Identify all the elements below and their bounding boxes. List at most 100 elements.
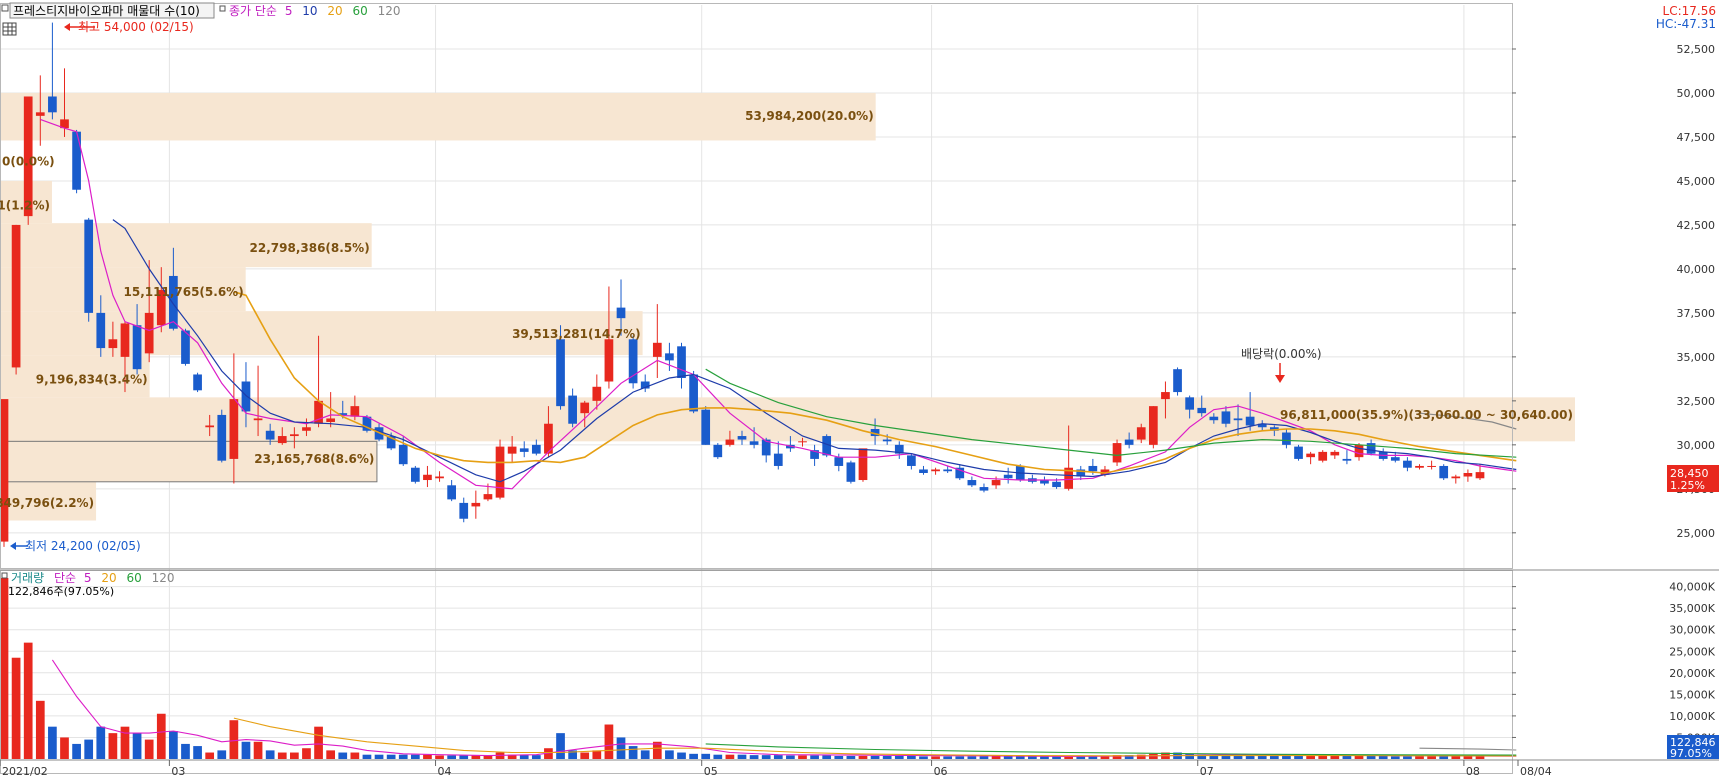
volume-bar[interactable] bbox=[1415, 756, 1424, 759]
candle-body[interactable] bbox=[1306, 453, 1315, 458]
volume-bar[interactable] bbox=[773, 755, 783, 759]
volume-bar[interactable] bbox=[665, 750, 674, 759]
volume-bar[interactable] bbox=[749, 755, 759, 759]
volume-bar[interactable] bbox=[1330, 755, 1340, 759]
candle-body[interactable] bbox=[846, 462, 856, 482]
candle-body[interactable] bbox=[737, 436, 747, 440]
volume-bar[interactable] bbox=[1306, 755, 1315, 759]
candle-body[interactable] bbox=[616, 307, 626, 319]
volume-bar[interactable] bbox=[955, 756, 965, 759]
volume-bar[interactable] bbox=[23, 642, 33, 759]
candle-body[interactable] bbox=[435, 476, 444, 479]
candle-body[interactable] bbox=[1161, 392, 1170, 400]
candle-body[interactable] bbox=[1475, 472, 1485, 479]
candle-body[interactable] bbox=[701, 409, 711, 445]
candle-body[interactable] bbox=[1427, 465, 1436, 467]
volume-bar[interactable] bbox=[48, 726, 57, 759]
candle-body[interactable] bbox=[1282, 432, 1291, 445]
candle-body[interactable] bbox=[302, 427, 311, 431]
candle-body[interactable] bbox=[652, 342, 662, 357]
volume-bar[interactable] bbox=[725, 754, 735, 759]
candle-body[interactable] bbox=[1342, 458, 1352, 461]
stock-chart[interactable]: 25,00027,50030,00032,50035,00037,50040,0… bbox=[0, 0, 1719, 778]
volume-bar[interactable] bbox=[241, 741, 251, 759]
volume-bar[interactable] bbox=[1451, 756, 1461, 759]
candle-body[interactable] bbox=[1451, 476, 1461, 479]
volume-bar[interactable] bbox=[786, 755, 795, 759]
volume-bar[interactable] bbox=[1403, 756, 1412, 759]
candle-body[interactable] bbox=[967, 480, 977, 486]
volume-bar[interactable] bbox=[374, 754, 384, 759]
candle-body[interactable] bbox=[48, 96, 57, 113]
volume-bar[interactable] bbox=[205, 752, 215, 759]
candle-body[interactable] bbox=[931, 469, 940, 472]
volume-bar[interactable] bbox=[1028, 756, 1037, 759]
candle-body[interactable] bbox=[11, 224, 21, 368]
volume-bar[interactable] bbox=[858, 755, 868, 759]
volume-bar[interactable] bbox=[314, 726, 323, 759]
volume-bar[interactable] bbox=[713, 754, 723, 759]
volume-legend-icon[interactable] bbox=[1, 572, 8, 579]
candle-body[interactable] bbox=[1112, 443, 1122, 463]
candle-body[interactable] bbox=[132, 325, 142, 370]
candle-body[interactable] bbox=[725, 439, 735, 445]
candle-body[interactable] bbox=[120, 323, 130, 357]
candle-body[interactable] bbox=[507, 446, 517, 454]
candle-body[interactable] bbox=[1330, 451, 1340, 456]
candle-body[interactable] bbox=[834, 457, 844, 466]
candle-body[interactable] bbox=[1124, 439, 1134, 445]
candle-body[interactable] bbox=[531, 444, 541, 454]
volume-bar[interactable] bbox=[846, 755, 856, 759]
candle-body[interactable] bbox=[410, 467, 420, 482]
volume-bar[interactable] bbox=[943, 756, 953, 759]
candle-body[interactable] bbox=[1052, 481, 1061, 488]
candle-body[interactable] bbox=[423, 474, 432, 481]
volume-bar[interactable] bbox=[398, 754, 408, 759]
volume-bar[interactable] bbox=[410, 754, 420, 759]
candle-body[interactable] bbox=[665, 353, 674, 361]
candle-body[interactable] bbox=[713, 444, 723, 458]
candle-body[interactable] bbox=[991, 480, 1001, 486]
volume-bar[interactable] bbox=[1366, 755, 1376, 759]
volume-bar[interactable] bbox=[108, 733, 118, 759]
volume-bar[interactable] bbox=[423, 754, 432, 759]
volume-bar[interactable] bbox=[435, 755, 444, 759]
volume-bar[interactable] bbox=[1342, 755, 1352, 759]
volume-bar[interactable] bbox=[1185, 753, 1194, 759]
candle-body[interactable] bbox=[1439, 465, 1449, 479]
volume-bar[interactable] bbox=[991, 756, 1001, 759]
candle-body[interactable] bbox=[0, 399, 9, 542]
candle-body[interactable] bbox=[1415, 465, 1424, 468]
volume-bar[interactable] bbox=[459, 755, 469, 759]
candle-body[interactable] bbox=[749, 441, 759, 445]
candle-body[interactable] bbox=[568, 395, 577, 424]
volume-bar[interactable] bbox=[217, 750, 227, 759]
volume-bar[interactable] bbox=[616, 737, 626, 759]
volume-bar[interactable] bbox=[580, 752, 590, 759]
volume-bar[interactable] bbox=[1294, 755, 1303, 759]
candle-body[interactable] bbox=[689, 374, 698, 412]
candle-body[interactable] bbox=[144, 312, 154, 354]
volume-bar[interactable] bbox=[531, 755, 541, 759]
volume-bar[interactable] bbox=[471, 755, 481, 759]
volume-bar[interactable] bbox=[1378, 755, 1388, 759]
candle-body[interactable] bbox=[628, 339, 638, 384]
volume-bar[interactable] bbox=[60, 737, 69, 759]
volume-bar[interactable] bbox=[1390, 756, 1400, 759]
volume-bar[interactable] bbox=[967, 756, 977, 759]
volume-bar[interactable] bbox=[919, 756, 928, 759]
volume-bar[interactable] bbox=[72, 743, 81, 759]
candle-body[interactable] bbox=[205, 425, 215, 428]
candle-body[interactable] bbox=[1003, 474, 1013, 479]
volume-bar[interactable] bbox=[193, 746, 202, 759]
volume-bar[interactable] bbox=[1015, 756, 1025, 759]
candle-body[interactable] bbox=[798, 441, 807, 443]
candle-body[interactable] bbox=[72, 131, 81, 190]
candle-body[interactable] bbox=[193, 374, 202, 391]
candle-body[interactable] bbox=[253, 418, 263, 421]
candle-body[interactable] bbox=[1366, 443, 1376, 454]
candle-body[interactable] bbox=[277, 436, 287, 444]
volume-bar[interactable] bbox=[894, 755, 904, 759]
candle-body[interactable] bbox=[1209, 416, 1219, 421]
candle-body[interactable] bbox=[1354, 444, 1364, 458]
